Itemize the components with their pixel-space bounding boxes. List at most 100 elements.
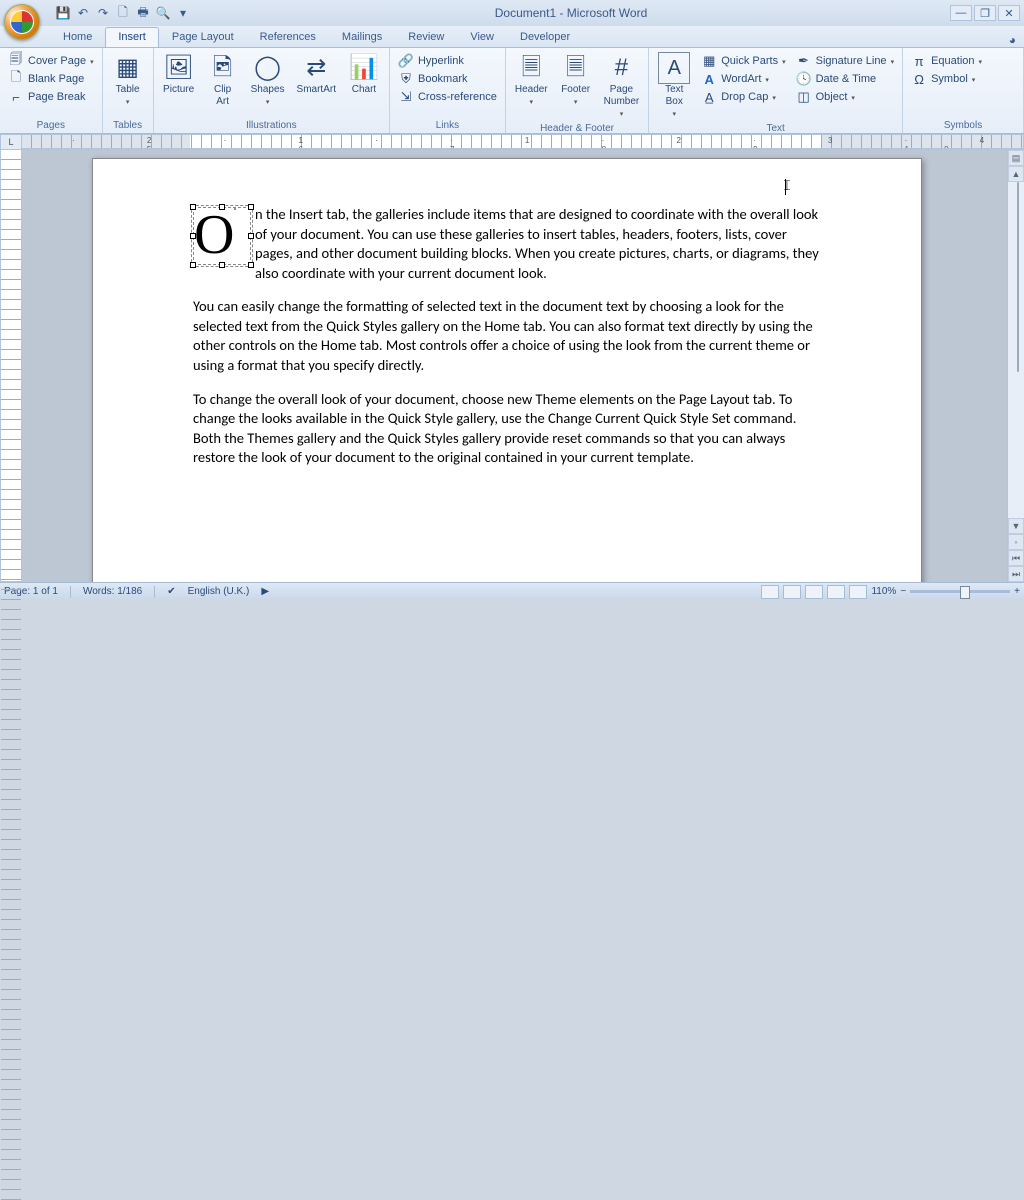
quick-parts-button[interactable]: ▦Quick Parts: [699, 52, 787, 70]
group-label: Symbols: [907, 119, 1019, 133]
object-button[interactable]: ◫Object: [794, 88, 896, 106]
tab-home[interactable]: Home: [50, 27, 105, 47]
browse-object-icon[interactable]: ◦: [1008, 534, 1024, 550]
status-words[interactable]: Words: 1/186: [83, 586, 142, 597]
text-box-button[interactable]: AText Box: [653, 50, 695, 122]
symbol-button[interactable]: ΩSymbol: [909, 70, 984, 88]
tab-insert[interactable]: Insert: [105, 27, 159, 47]
drop-cap-button[interactable]: A̲Drop Cap: [699, 88, 787, 106]
chart-button[interactable]: 📊Chart: [343, 50, 385, 98]
scroll-down-icon[interactable]: ▼: [1008, 518, 1024, 534]
zoom-out-button[interactable]: −: [900, 586, 906, 597]
drop-cap-frame[interactable]: O: [193, 207, 251, 265]
tab-view[interactable]: View: [457, 27, 507, 47]
vertical-ruler[interactable]: [0, 150, 22, 582]
date-time-button[interactable]: 🕓Date & Time: [794, 70, 896, 88]
window-title: Document1 - Microsoft Word: [192, 6, 950, 20]
footer-button[interactable]: 🗏Footer: [555, 50, 597, 110]
proofing-icon[interactable]: ✔: [167, 586, 175, 597]
paragraph-3[interactable]: To change the overall look of your docum…: [193, 390, 821, 468]
close-button[interactable]: ✕: [998, 5, 1020, 21]
page-number-button[interactable]: #Page Number: [599, 50, 645, 122]
picture-icon: 🖼: [163, 52, 195, 84]
footer-icon: 🗏: [560, 52, 592, 84]
next-page-icon[interactable]: ⏭: [1008, 566, 1024, 582]
print-layout-view-button[interactable]: [761, 585, 779, 599]
table-button[interactable]: ▦ Table: [107, 50, 149, 110]
paragraph-2[interactable]: You can easily change the formatting of …: [193, 297, 821, 375]
scroll-thumb[interactable]: [1017, 182, 1019, 372]
smartart-button[interactable]: ⇄SmartArt: [292, 50, 341, 98]
paragraph-text[interactable]: n the Insert tab, the galleries include …: [255, 205, 819, 282]
ruler-toggle-icon[interactable]: ▤: [1008, 150, 1024, 166]
shapes-icon: ◯: [252, 52, 284, 84]
equation-button[interactable]: πEquation: [909, 52, 984, 70]
minimize-button[interactable]: —: [950, 5, 972, 21]
paragraph-1[interactable]: O n the Insert tab, the galleries includ…: [193, 205, 821, 283]
tab-references[interactable]: References: [247, 27, 329, 47]
print-preview-icon[interactable]: 🔍: [154, 4, 172, 22]
macro-record-icon[interactable]: ▶: [261, 586, 269, 597]
signature-line-button[interactable]: ✒Signature Line: [794, 52, 896, 70]
undo-icon[interactable]: ↶: [74, 4, 92, 22]
new-doc-icon[interactable]: 🗋: [114, 4, 132, 22]
cross-ref-icon: ⇲: [398, 89, 414, 105]
web-layout-view-button[interactable]: [805, 585, 823, 599]
hyperlink-button[interactable]: 🔗Hyperlink: [396, 52, 499, 70]
tab-page-layout[interactable]: Page Layout: [159, 27, 247, 47]
status-bar: Page: 1 of 1 Words: 1/186 ✔ English (U.K…: [0, 582, 1024, 600]
hyperlink-icon: 🔗: [398, 53, 414, 69]
tab-review[interactable]: Review: [395, 27, 457, 47]
cross-reference-button[interactable]: ⇲Cross-reference: [396, 88, 499, 106]
outline-view-button[interactable]: [827, 585, 845, 599]
shapes-button[interactable]: ◯Shapes: [246, 50, 290, 110]
quick-access-toolbar: 💾 ↶ ↷ 🗋 🖶 🔍 ▾: [54, 4, 192, 22]
page-break-button[interactable]: ⌐Page Break: [6, 88, 96, 106]
bookmark-button[interactable]: ⛨Bookmark: [396, 70, 499, 88]
group-label: Tables: [107, 119, 149, 133]
textbox-icon: A: [658, 52, 690, 84]
wordart-button[interactable]: AWordArt: [699, 70, 787, 88]
redo-icon[interactable]: ↷: [94, 4, 112, 22]
ribbon: 🗐Cover Page 🗋Blank Page ⌐Page Break Page…: [0, 48, 1024, 134]
date-time-icon: 🕓: [796, 71, 812, 87]
page-content[interactable]: O n the Insert tab, the galleries includ…: [93, 159, 921, 468]
bookmark-icon: ⛨: [398, 71, 414, 87]
restore-button[interactable]: ❐: [974, 5, 996, 21]
tab-developer[interactable]: Developer: [507, 27, 583, 47]
group-tables: ▦ Table Tables: [103, 48, 154, 133]
ruler-corner[interactable]: L: [0, 134, 22, 150]
vertical-scrollbar[interactable]: ▤ ▲ ▼ ◦ ⏮ ⏭: [1007, 150, 1024, 582]
status-language[interactable]: English (U.K.): [188, 586, 250, 597]
horizontal-ruler[interactable]: · 2 · 1 · · 1 · 2 · 3 · 4 · 5 · 6 · 7 · …: [22, 134, 1024, 149]
full-screen-view-button[interactable]: [783, 585, 801, 599]
prev-page-icon[interactable]: ⏮: [1008, 550, 1024, 566]
group-pages: 🗐Cover Page 🗋Blank Page ⌐Page Break Page…: [0, 48, 103, 133]
group-header-footer: 🗏Header 🗏Footer #Page Number Header & Fo…: [506, 48, 649, 133]
zoom-level[interactable]: 110%: [871, 586, 896, 597]
help-icon[interactable]: ◕: [1009, 33, 1016, 47]
clipart-button[interactable]: 🖻Clip Art: [202, 50, 244, 110]
save-icon[interactable]: 💾: [54, 4, 72, 22]
picture-button[interactable]: 🖼Picture: [158, 50, 200, 98]
qat-dropdown-icon[interactable]: ▾: [174, 4, 192, 22]
page-number-icon: #: [605, 52, 637, 84]
object-icon: ◫: [796, 89, 812, 105]
page[interactable]: O n the Insert tab, the galleries includ…: [92, 158, 922, 582]
clipart-icon: 🖻: [207, 52, 239, 84]
table-icon: ▦: [112, 52, 144, 84]
group-label: Links: [394, 119, 501, 133]
draft-view-button[interactable]: [849, 585, 867, 599]
document-viewport[interactable]: O n the Insert tab, the galleries includ…: [22, 150, 1007, 582]
blank-page-button[interactable]: 🗋Blank Page: [6, 70, 96, 88]
group-label: Pages: [4, 119, 98, 133]
print-icon[interactable]: 🖶: [134, 4, 152, 22]
scroll-up-icon[interactable]: ▲: [1008, 166, 1024, 182]
header-button[interactable]: 🗏Header: [510, 50, 553, 110]
tab-mailings[interactable]: Mailings: [329, 27, 395, 47]
zoom-in-button[interactable]: +: [1014, 586, 1020, 597]
group-label: Illustrations: [158, 119, 385, 133]
cover-page-icon: 🗐: [8, 53, 24, 69]
office-button[interactable]: [4, 4, 40, 40]
zoom-slider[interactable]: [910, 590, 1010, 593]
